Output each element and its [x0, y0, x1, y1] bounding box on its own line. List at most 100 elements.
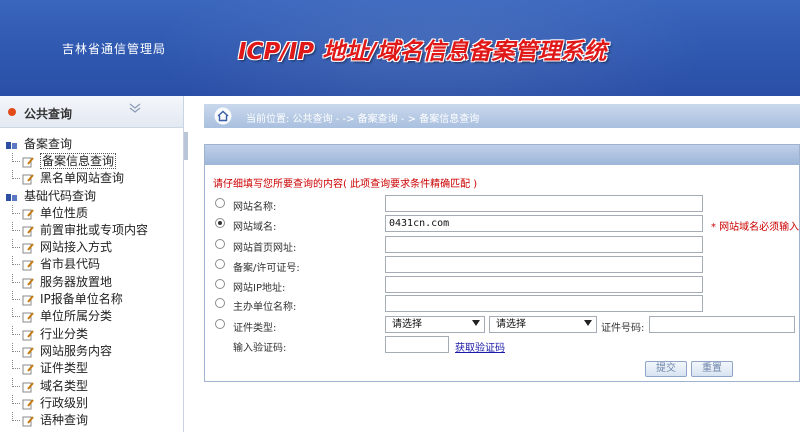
sidebar-item-access-method[interactable]: 网站接入方式: [0, 239, 183, 256]
form-hint: 请仔细填写您所要查询的内容( 此项查询要求条件精确匹配 ): [213, 179, 478, 190]
sidebar-item-label: 单位性质: [40, 205, 89, 220]
breadcrumb-text: 当前位置: 公共查询 - -> 备案查询 - > 备案信息查询: [246, 114, 480, 125]
radio-domain[interactable]: [215, 218, 225, 228]
field-label: 主办单位名称:: [233, 302, 297, 313]
get-captcha-link[interactable]: 获取验证码: [455, 339, 505, 354]
ip-input[interactable]: [385, 276, 703, 293]
tree-connector: [12, 221, 20, 231]
select-value: 请选择: [496, 319, 526, 330]
system-title: ICP/IP 地址/域名信息备案管理系统: [238, 39, 607, 65]
homepage-url-input[interactable]: [385, 236, 703, 253]
sidebar-item-label: 证件类型: [40, 361, 89, 376]
document-pen-icon: [22, 399, 34, 410]
tree-group-label: 基础代码查询: [24, 188, 97, 203]
folder-books-icon: [6, 142, 17, 149]
field-row-cert: 证件类型: 请选择 请选择 证件号码:: [215, 316, 795, 334]
radio-ip[interactable]: [215, 279, 225, 289]
sidebar-item-label: 备案信息查询: [40, 153, 117, 169]
sidebar-item-label: 前置审批或专项内容: [40, 222, 149, 237]
tree-connector: [12, 273, 20, 283]
sidebar-item-label: 网站服务内容: [40, 343, 113, 358]
field-label: 网站首页网址:: [233, 243, 297, 254]
submit-button[interactable]: 提交: [645, 361, 687, 377]
tree-connector: [12, 239, 20, 249]
dropdown-arrow-icon: [584, 320, 592, 326]
nav-tree: 备案查询 备案信息查询 黑名单网站查询 基础代码查询 单位性质 前置审批或专项内…: [0, 128, 183, 429]
tree-connector: [12, 153, 20, 162]
sidebar-item-label: 语种查询: [40, 413, 89, 428]
sidebar-item-label: 省市县代码: [40, 257, 101, 272]
tree-connector: [12, 394, 20, 404]
cert-type-select-1[interactable]: 请选择: [385, 316, 485, 333]
sidebar-item-language[interactable]: 语种查询: [0, 412, 183, 429]
sidebar-title: 公共查询: [24, 107, 73, 121]
tree-group-label: 备案查询: [24, 137, 73, 151]
sidebar-item-service-content[interactable]: 网站服务内容: [0, 342, 183, 360]
domain-input[interactable]: 0431cn.com: [385, 215, 703, 232]
tree-connector: [12, 204, 20, 214]
collapse-chevron-icon[interactable]: [128, 102, 142, 117]
license-no-input[interactable]: [385, 256, 703, 273]
app-header: 吉林省通信管理局 ICP/IP 地址/域名信息备案管理系统: [0, 0, 800, 96]
sidebar-splitter[interactable]: [184, 132, 188, 160]
cert-number-input[interactable]: [649, 316, 795, 333]
required-note: * 网站域名必须输入: [711, 222, 800, 233]
sidebar-item-cert-type[interactable]: 证件类型: [0, 360, 183, 377]
sidebar-item-label: 单位所属分类: [40, 309, 113, 324]
field-label: 网站名称:: [233, 202, 277, 213]
document-pen-icon: [22, 174, 34, 185]
document-pen-icon: [22, 312, 34, 323]
radio-site-name[interactable]: [215, 198, 225, 208]
sidebar-item-domain-type[interactable]: 域名类型: [0, 377, 183, 395]
sidebar-item-ip-unit-name[interactable]: IP报备单位名称: [0, 291, 183, 308]
home-icon: [214, 107, 232, 125]
radio-license-no[interactable]: [215, 259, 225, 269]
sidebar-item-region-code[interactable]: 省市县代码: [0, 256, 183, 273]
reset-button[interactable]: 重置: [691, 361, 733, 377]
sidebar-item-label: IP报备单位名称: [40, 292, 123, 307]
tree-connector: [12, 291, 20, 301]
tree-connector: [12, 256, 20, 266]
sidebar-header[interactable]: 公共查询: [0, 96, 183, 128]
tree-group-base-code-query[interactable]: 基础代码查询: [0, 188, 183, 205]
document-pen-icon: [22, 226, 34, 237]
sidebar-item-label: 行业分类: [40, 326, 89, 341]
sidebar-item-pre-approval[interactable]: 前置审批或专项内容: [0, 221, 183, 239]
sidebar-item-filing-info-query[interactable]: 备案信息查询: [0, 153, 183, 170]
tree-group-filing-query[interactable]: 备案查询: [0, 136, 183, 153]
sidebar-item-label: 服务器放置地: [40, 274, 113, 289]
select-value: 请选择: [392, 319, 422, 330]
field-label: 证件类型:: [233, 323, 277, 334]
sidebar-item-blacklist-query[interactable]: 黑名单网站查询: [0, 170, 183, 187]
sidebar-item-server-location[interactable]: 服务器放置地: [0, 273, 183, 291]
section-bullet-icon: [8, 108, 16, 116]
radio-cert[interactable]: [215, 319, 225, 329]
field-row-captcha: 输入验证码: 获取验证码: [215, 336, 515, 354]
document-pen-icon: [22, 364, 34, 375]
document-pen-icon: [22, 278, 34, 289]
document-pen-icon: [22, 260, 34, 271]
breadcrumb: 当前位置: 公共查询 - -> 备案查询 - > 备案信息查询: [204, 104, 800, 128]
cert-type-select-2[interactable]: 请选择: [489, 316, 597, 333]
radio-sponsor[interactable]: [215, 298, 225, 308]
radio-homepage-url[interactable]: [215, 239, 225, 249]
sponsor-input[interactable]: [385, 295, 703, 312]
site-name-input[interactable]: [385, 195, 703, 212]
captcha-label: 输入验证码:: [233, 343, 287, 354]
sidebar-item-label: 网站接入方式: [40, 240, 113, 255]
document-pen-icon: [22, 157, 34, 168]
tree-connector: [12, 412, 20, 422]
document-pen-icon: [22, 243, 34, 254]
sidebar-item-label: 行政级别: [40, 395, 89, 410]
sidebar-item-unit-category[interactable]: 单位所属分类: [0, 308, 183, 325]
sidebar-item-unit-nature[interactable]: 单位性质: [0, 204, 183, 222]
document-pen-icon: [22, 208, 34, 220]
document-pen-icon: [22, 416, 34, 427]
captcha-input[interactable]: [385, 336, 449, 353]
sidebar-item-industry[interactable]: 行业分类: [0, 325, 183, 343]
field-label: 网站域名:: [233, 222, 277, 233]
sidebar-item-label: 域名类型: [40, 378, 89, 393]
document-pen-icon: [22, 381, 34, 393]
folder-books-icon: [6, 193, 17, 201]
sidebar-item-admin-level[interactable]: 行政级别: [0, 394, 183, 412]
